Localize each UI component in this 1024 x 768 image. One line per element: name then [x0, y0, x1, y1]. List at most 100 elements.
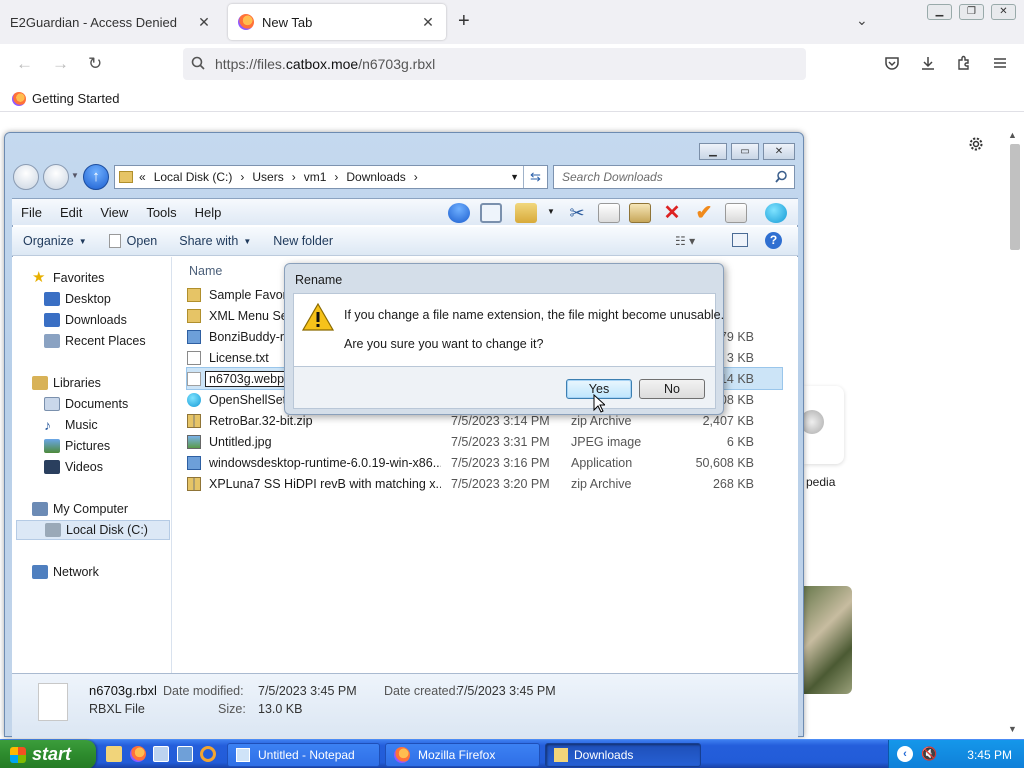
tab-new-tab[interactable]: New Tab ✕ [228, 4, 446, 40]
up-icon[interactable] [448, 203, 470, 223]
nav-favorites[interactable]: ★ Favorites [32, 268, 104, 288]
shell-icon[interactable] [765, 203, 787, 223]
share-with-button[interactable]: Share with ▼ [168, 234, 262, 248]
search-quicklaunch-icon[interactable] [200, 746, 216, 762]
nav-network[interactable]: Network [32, 562, 99, 582]
nav-desktop[interactable]: Desktop [44, 289, 111, 309]
file-row[interactable]: XPLuna7 SS HiDPI revB with matching x...… [187, 473, 782, 494]
nav-documents[interactable]: Documents [44, 394, 128, 414]
menu-icon[interactable] [992, 55, 1008, 74]
menu-tools[interactable]: Tools [137, 205, 185, 220]
refresh-icon[interactable]: ⇆ [523, 166, 547, 188]
paste-icon[interactable] [629, 203, 651, 223]
rename-input[interactable]: n6703g.webp [205, 370, 289, 387]
minimize-button[interactable]: ▁ [927, 4, 952, 20]
start-button[interactable]: start [0, 740, 96, 768]
menu-view[interactable]: View [91, 205, 137, 220]
search-icon[interactable] [775, 170, 788, 186]
scrollbar[interactable]: ▲ ▼ [1008, 128, 1022, 738]
chevron-down-icon[interactable]: ▼ [510, 172, 519, 182]
copy-icon[interactable] [598, 203, 620, 223]
nav-libraries[interactable]: Libraries [32, 373, 101, 393]
folder-options-icon[interactable] [515, 203, 537, 223]
nav-recent-places[interactable]: Recent Places [44, 331, 146, 351]
recent-pages-icon[interactable]: ▼ [71, 171, 79, 180]
download-icon[interactable] [920, 55, 936, 74]
forward-icon[interactable]: → [52, 54, 69, 74]
open-button[interactable]: Open [98, 234, 169, 248]
back-icon[interactable]: ← [16, 54, 33, 74]
scrollbar-thumb[interactable] [1010, 144, 1020, 250]
nav-pictures[interactable]: Pictures [44, 436, 110, 456]
url-bar[interactable]: https://files. catbox.moe/n6703g.rbxl [183, 48, 806, 80]
breadcrumb-local-disk[interactable]: Local Disk (C:) [154, 170, 233, 184]
help-icon[interactable]: ? [765, 232, 782, 249]
organize-button[interactable]: Organize ▼ [12, 234, 98, 248]
reload-icon[interactable]: ↻ [88, 54, 102, 74]
close-window-button[interactable]: ✕ [763, 143, 795, 160]
checkmark-icon[interactable]: ✔ [693, 203, 715, 223]
new-folder-button[interactable]: New folder [262, 234, 344, 248]
no-button[interactable]: No [639, 379, 705, 399]
nav-downloads[interactable]: Downloads [44, 310, 127, 330]
close-tab-icon[interactable]: ✕ [420, 14, 436, 31]
column-header-name[interactable]: Name [189, 264, 222, 278]
explorer-quicklaunch-icon[interactable] [106, 746, 122, 762]
menu-file[interactable]: File [12, 205, 51, 220]
clock[interactable]: 3:45 PM [967, 748, 1012, 762]
forward-button[interactable] [43, 164, 69, 190]
task-notepad[interactable]: Untitled - Notepad [227, 743, 380, 767]
scroll-down-icon[interactable]: ▼ [1008, 724, 1017, 734]
back-button[interactable] [13, 164, 39, 190]
chevron-down-icon[interactable]: ⌄ [856, 12, 868, 29]
restore-button[interactable]: ❐ [959, 4, 984, 20]
close-window-button[interactable]: ✕ [991, 4, 1016, 20]
shortcut-tile[interactable] [800, 386, 844, 464]
tray-expand-icon[interactable]: ‹ [897, 746, 913, 762]
chevron-down-icon[interactable]: ▼ [547, 207, 555, 216]
menu-help[interactable]: Help [186, 205, 231, 220]
pocket-icon[interactable] [884, 55, 900, 74]
nav-music[interactable]: ♪ Music [44, 415, 98, 435]
menu-edit[interactable]: Edit [51, 205, 91, 220]
chevron-right-icon[interactable]: › [414, 170, 418, 184]
nav-videos[interactable]: Videos [44, 457, 103, 477]
app-quicklaunch-icon[interactable] [177, 746, 193, 762]
chevron-right-icon[interactable]: › [334, 170, 338, 184]
up-arrow-icon[interactable]: ↑ [83, 164, 109, 190]
search-input[interactable]: Search Downloads [553, 165, 795, 189]
view-options-icon[interactable]: ☷ ▾ [675, 234, 695, 248]
breadcrumb-downloads[interactable]: Downloads [346, 170, 405, 184]
delete-icon[interactable]: ✕ [661, 203, 683, 223]
breadcrumb-overflow[interactable]: « [139, 170, 146, 184]
gear-icon[interactable] [968, 136, 984, 155]
desktop-icon [44, 292, 60, 306]
breadcrumb-users[interactable]: Users [252, 170, 283, 184]
chevron-right-icon[interactable]: › [240, 170, 244, 184]
address-bar[interactable]: « Local Disk (C:) › Users › vm1 › Downlo… [114, 165, 548, 189]
task-downloads[interactable]: Downloads [545, 743, 701, 767]
file-row[interactable]: windowsdesktop-runtime-6.0.19-win-x86...… [187, 452, 782, 473]
nav-my-computer[interactable]: My Computer [32, 499, 128, 519]
minimize-button[interactable]: ▁ [699, 143, 727, 160]
nav-local-disk[interactable]: Local Disk (C:) [16, 520, 170, 540]
cut-icon[interactable]: ✂ [566, 203, 588, 223]
bookmark-getting-started[interactable]: Getting Started [32, 91, 119, 106]
new-tab-icon[interactable]: + [458, 10, 470, 33]
preview-pane-icon[interactable] [732, 233, 748, 247]
firefox-quicklaunch-icon[interactable] [130, 746, 146, 762]
task-firefox[interactable]: Mozilla Firefox [385, 743, 540, 767]
maximize-button[interactable]: ▭ [731, 143, 759, 160]
folders-pane-icon[interactable] [480, 203, 502, 223]
tab-e2guardian[interactable]: E2Guardian - Access Denied ✕ [0, 4, 222, 40]
desktop-quicklaunch-icon[interactable] [153, 746, 169, 762]
properties-icon[interactable] [725, 203, 747, 223]
extensions-icon[interactable] [956, 55, 972, 74]
scroll-up-icon[interactable]: ▲ [1008, 130, 1017, 140]
breadcrumb-vm1[interactable]: vm1 [304, 170, 327, 184]
chevron-right-icon[interactable]: › [292, 170, 296, 184]
volume-muted-icon[interactable]: 🔇 [921, 746, 937, 762]
close-tab-icon[interactable]: ✕ [196, 14, 212, 31]
file-row[interactable]: Untitled.jpg 7/5/2023 3:31 PM JPEG image 6 … [187, 431, 782, 452]
firefox-icon [394, 747, 410, 763]
